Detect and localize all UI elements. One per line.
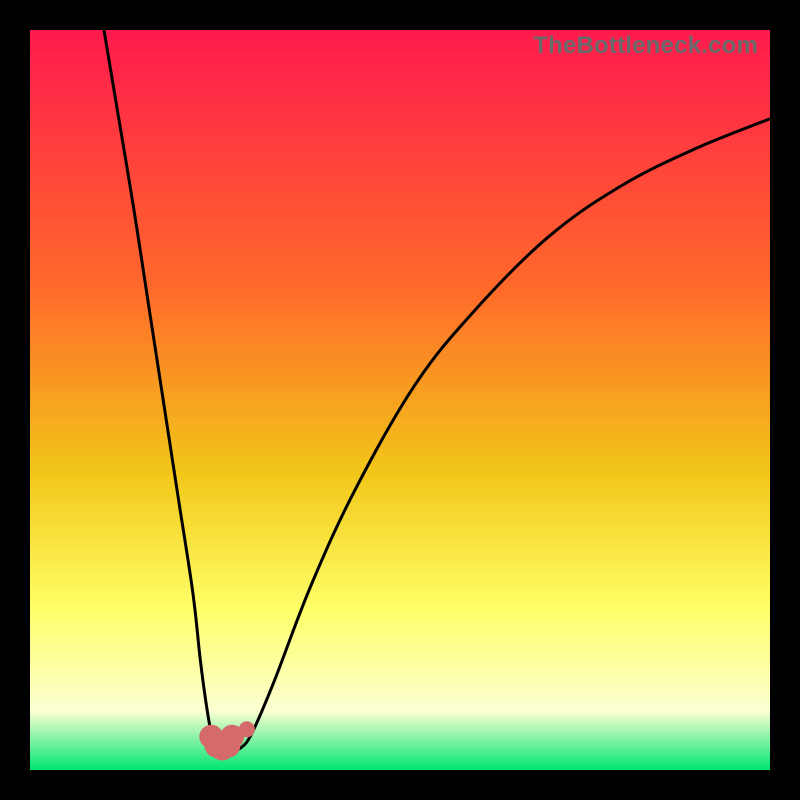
plot-frame: TheBottleneck.com: [30, 30, 770, 770]
watermark-text: TheBottleneck.com: [533, 32, 758, 60]
marker-dot: [239, 721, 255, 737]
bottleneck-chart: [30, 30, 770, 770]
gradient-background: [30, 30, 770, 770]
